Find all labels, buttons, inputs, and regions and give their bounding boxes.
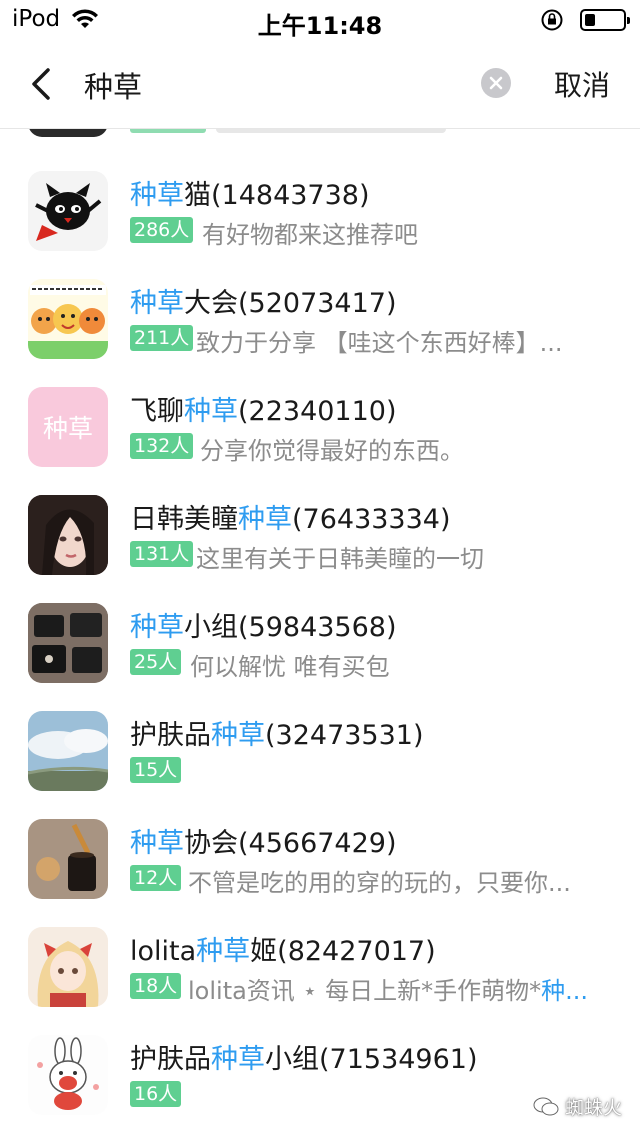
list-item[interactable]: 种草 飞聊种草(22340110) 132人 分享你觉得最好的东西。 xyxy=(0,375,640,483)
handbags-avatar xyxy=(28,603,108,683)
group-name: 种草小组(59843568) xyxy=(130,612,397,643)
cat-mascot-avatar xyxy=(28,171,108,251)
status-bar: iPod 上午11:48 xyxy=(0,0,640,40)
member-count-badge: 12人 xyxy=(130,865,182,891)
search-input[interactable]: 种草 xyxy=(84,64,142,106)
group-name: 护肤品种草小组(71534961) xyxy=(130,1044,478,1075)
list-item[interactable]: 种草大会(52073417) 211人 致力于分享 【哇这个东西好棒】... xyxy=(0,267,640,375)
group-name: 护肤品种草(32473531) xyxy=(130,720,424,751)
list-item[interactable]: 种草协会(45667429) 12人 不管是吃的用的穿的玩的，只要你... xyxy=(0,807,640,915)
battery-icon xyxy=(580,9,630,31)
member-count-badge: 15人 xyxy=(130,757,182,783)
group-description: lolita资讯 ⋆ 每日上新*手作萌物*种... xyxy=(188,977,588,1005)
honey-jar-avatar xyxy=(28,819,108,899)
member-count-badge: 286人 xyxy=(130,217,194,243)
list-item[interactable]: 日韩美瞳种草(76433334) 131人 这里有关于日韩美瞳的一切 xyxy=(0,483,640,591)
cancel-button[interactable]: 取消 xyxy=(554,64,610,104)
pink-text-avatar: 种草 xyxy=(28,387,108,467)
group-name: 种草猫(14843738) xyxy=(130,180,370,211)
watermark-text: 蜘蛛火 xyxy=(564,1097,622,1119)
group-name: lolita种草姬(82427017) xyxy=(130,936,436,967)
group-description: 分享你觉得最好的东西。 xyxy=(200,437,464,465)
member-count-badge: 18人 xyxy=(130,973,182,999)
orientation-lock-icon xyxy=(541,9,563,31)
list-item[interactable]: lolita种草姬(82427017) 18人 lolita资讯 ⋆ 每日上新*… xyxy=(0,915,640,1023)
member-count-badge: 16人 xyxy=(130,1081,182,1107)
member-count-badge: 132人 xyxy=(130,433,194,459)
bunny-cartoon-avatar xyxy=(28,1035,108,1115)
back-chevron-icon[interactable] xyxy=(26,62,58,106)
girl-portrait-avatar xyxy=(28,495,108,575)
search-header: 种草 取消 xyxy=(0,40,640,129)
watermark: 蜘蛛火 xyxy=(533,1093,622,1120)
group-name: 飞聊种草(22340110) xyxy=(130,396,397,427)
sky-clouds-avatar xyxy=(28,711,108,791)
clear-search-button[interactable] xyxy=(481,68,511,98)
member-count-badge: 131人 xyxy=(130,541,194,567)
avatar-text: 种草 xyxy=(42,414,93,443)
partial-list-item xyxy=(0,129,640,139)
list-item[interactable]: 种草小组(59843568) 25人 何以解忧 唯有买包 xyxy=(0,591,640,699)
clear-x-icon xyxy=(489,76,503,90)
group-description: 何以解忧 唯有买包 xyxy=(190,653,390,681)
group-description: 不管是吃的用的穿的玩的，只要你... xyxy=(188,869,571,897)
group-description: 这里有关于日韩美瞳的一切 xyxy=(196,545,484,573)
list-item[interactable]: 护肤品种草(32473531) 15人 xyxy=(0,699,640,807)
member-count-badge: 211人 xyxy=(130,325,194,351)
group-description: 有好物都来这推荐吧 xyxy=(202,221,418,249)
member-count-badge: 25人 xyxy=(130,649,182,675)
cartoon-group-avatar xyxy=(28,279,108,359)
group-description: 致力于分享 【哇这个东西好棒】... xyxy=(196,329,563,357)
group-name: 种草大会(52073417) xyxy=(130,288,397,319)
list-item[interactable]: 种草猫(14843738) 286人 有好物都来这推荐吧 xyxy=(0,159,640,267)
wechat-logo-icon xyxy=(533,1097,559,1115)
anime-girl-avatar xyxy=(28,927,108,1007)
group-name: 种草协会(45667429) xyxy=(130,828,397,859)
group-name: 日韩美瞳种草(76433334) xyxy=(130,504,451,535)
status-right xyxy=(540,8,630,32)
